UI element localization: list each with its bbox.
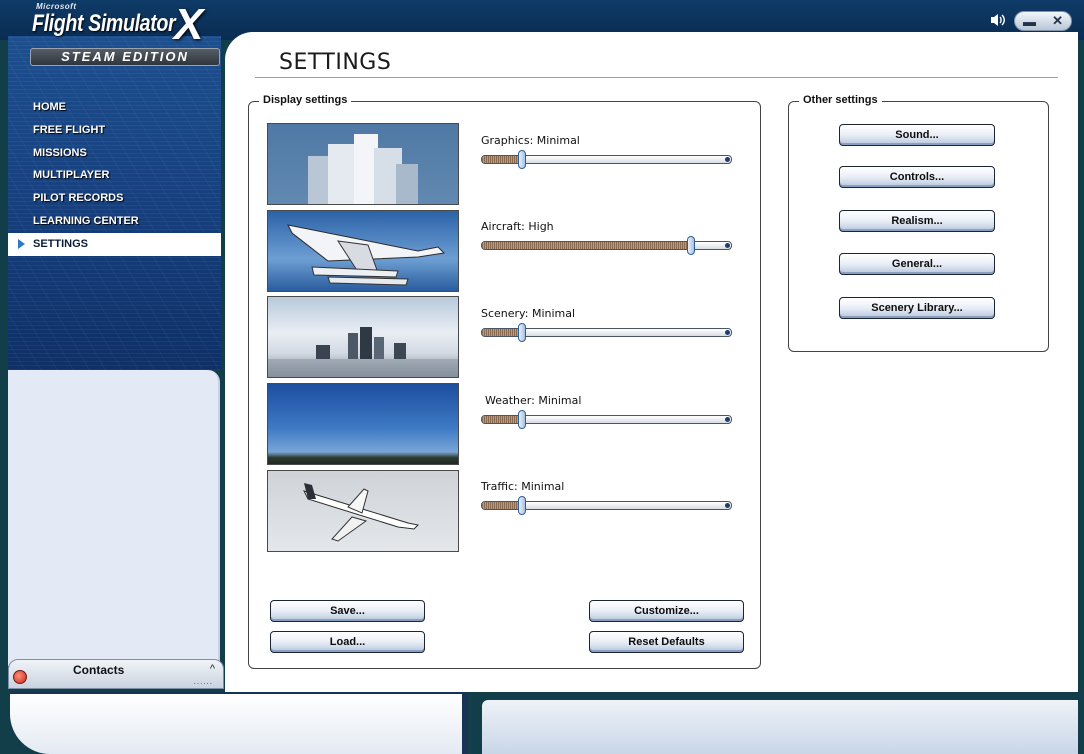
scenery-slider-thumb[interactable] (518, 323, 526, 342)
aircraft-slider[interactable] (481, 236, 732, 255)
slider-end-dot-icon (725, 157, 730, 162)
page-title: SETTINGS (279, 50, 392, 75)
scenery-preview-image (267, 296, 459, 378)
window-control-pill: ▬ ✕ (1014, 11, 1072, 31)
traffic-preview-image (267, 470, 459, 552)
nav-item-learning-center[interactable]: LEARNING CENTER (8, 210, 221, 233)
logo-edition: STEAM EDITION (30, 48, 220, 66)
close-button[interactable]: ✕ (1052, 13, 1063, 29)
traffic-slider-fill (482, 502, 522, 509)
chevron-up-icon[interactable]: ^ (210, 663, 215, 675)
customize-button[interactable]: Customize... (589, 600, 744, 622)
speaker-icon[interactable] (990, 13, 1006, 30)
sound-button[interactable]: Sound... (839, 124, 995, 146)
nav-item-multiplayer[interactable]: MULTIPLAYER (8, 164, 221, 187)
main-nav: HOME FREE FLIGHT MISSIONS MULTIPLAYER PI… (8, 96, 221, 256)
save-button[interactable]: Save... (270, 600, 425, 622)
weather-slider-label: Weather: Minimal (485, 394, 582, 407)
general-button[interactable]: General... (839, 253, 995, 275)
slider-end-dot-icon (725, 330, 730, 335)
window-controls: ▬ ✕ (990, 10, 1072, 32)
weather-slider[interactable] (481, 410, 732, 429)
nav-item-missions[interactable]: MISSIONS (8, 142, 221, 165)
sidebar-lower-panel (8, 370, 220, 666)
graphics-slider[interactable] (481, 150, 732, 169)
graphics-preview-image (267, 123, 459, 205)
weather-slider-thumb[interactable] (518, 410, 526, 429)
slider-end-dot-icon (725, 243, 730, 248)
load-button[interactable]: Load... (270, 631, 425, 653)
controls-button[interactable]: Controls... (839, 166, 995, 188)
scenery-slider-fill (482, 329, 522, 336)
aircraft-slider-thumb[interactable] (687, 236, 695, 255)
traffic-slider-label: Traffic: Minimal (481, 480, 565, 493)
scenery-slider[interactable] (481, 323, 732, 342)
active-arrow-icon (18, 238, 25, 249)
logo-x: X (174, 0, 204, 49)
display-settings-label: Display settings (259, 94, 352, 106)
bottom-right-panel (482, 700, 1078, 754)
reset-defaults-button[interactable]: Reset Defaults (589, 631, 744, 653)
aircraft-slider-fill (482, 242, 691, 249)
graphics-slider-fill (482, 156, 522, 163)
nav-item-free-flight[interactable]: FREE FLIGHT (8, 119, 221, 142)
title-divider (255, 77, 1058, 78)
aircraft-slider-label: Aircraft: High (481, 220, 554, 233)
nav-item-settings[interactable]: SETTINGS (8, 232, 221, 256)
weather-slider-fill (482, 416, 522, 423)
bottom-left-panel (10, 692, 468, 754)
scenery-slider-label: Scenery: Minimal (481, 307, 576, 320)
weather-preview-image (267, 383, 459, 465)
app-logo: Microsoft Flight Simulator X STEAM EDITI… (14, 0, 220, 70)
nav-item-home[interactable]: HOME (8, 96, 221, 119)
scenery-library-button[interactable]: Scenery Library... (839, 297, 995, 319)
nav-item-settings-label: SETTINGS (33, 237, 89, 250)
graphics-slider-thumb[interactable] (518, 150, 526, 169)
contacts-bar[interactable]: Contacts ^ ...... (8, 659, 224, 689)
status-indicator-icon (13, 670, 27, 684)
slider-end-dot-icon (725, 503, 730, 508)
minimize-button[interactable]: ▬ (1023, 14, 1036, 29)
grip-icon: ...... (193, 677, 213, 686)
traffic-slider[interactable] (481, 496, 732, 515)
realism-button[interactable]: Realism... (839, 210, 995, 232)
aircraft-preview-image (267, 210, 459, 292)
nav-item-pilot-records[interactable]: PILOT RECORDS (8, 187, 221, 210)
contacts-label: Contacts (73, 663, 125, 677)
traffic-slider-thumb[interactable] (518, 496, 526, 515)
other-settings-label: Other settings (799, 94, 882, 106)
slider-end-dot-icon (725, 417, 730, 422)
graphics-slider-label: Graphics: Minimal (481, 134, 580, 147)
logo-title: Flight Simulator (32, 10, 176, 37)
